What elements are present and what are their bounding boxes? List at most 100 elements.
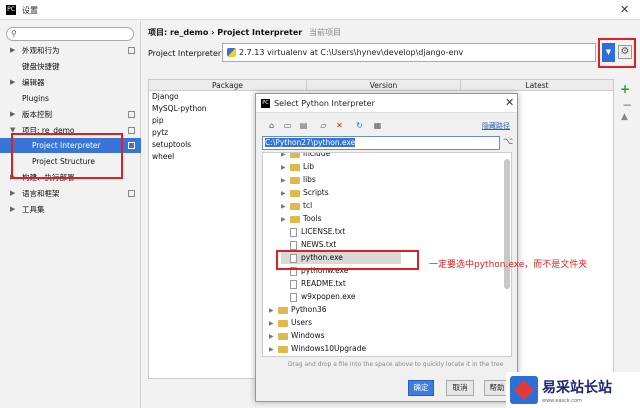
title-bar: PC 设置 ✕	[0, 0, 640, 20]
folder-icon	[278, 306, 288, 314]
tree-item[interactable]: ▶ libs	[281, 173, 401, 186]
show-hidden-icon[interactable]: ▦	[372, 120, 383, 131]
breadcrumb-path: 项目: re_demo › Project Interpreter	[148, 28, 303, 37]
folder-icon	[278, 332, 288, 340]
tree-item-label: Users	[291, 318, 313, 327]
tree-item[interactable]: ▶ Windows	[269, 329, 469, 342]
sidebar-item-label: 键盘快捷键	[22, 62, 60, 71]
tree-item-label: Scripts	[303, 188, 329, 197]
app-icon: PC	[261, 99, 270, 108]
tree-item-label: include	[303, 152, 331, 158]
tree-item[interactable]: README.txt	[281, 277, 401, 290]
tree-item-label: Windows10Upgrade	[291, 344, 367, 353]
sidebar-item[interactable]: ▶ 外观和行为	[0, 43, 141, 58]
tree-item[interactable]: ▶ Users	[269, 316, 469, 329]
sidebar-item-label: Plugins	[22, 94, 49, 103]
project-icon[interactable]: ▤	[298, 120, 309, 131]
tree-item-label: w9xpopen.exe	[301, 292, 356, 301]
tree-item[interactable]: ▶ Windows10Upgrade	[269, 342, 469, 355]
table-header: Package Version Latest	[149, 80, 613, 91]
expand-arrow-icon[interactable]: ▶	[10, 186, 15, 201]
new-folder-icon[interactable]: ▱	[318, 120, 329, 131]
tree-item-label: Python36	[291, 305, 327, 314]
expand-arrow-icon[interactable]: ▶	[10, 43, 15, 58]
watermark-logo-icon	[510, 376, 538, 404]
file-icon	[290, 227, 297, 237]
tree-item[interactable]: LICENSE.txt	[281, 225, 401, 238]
copy-settings-icon	[128, 142, 135, 149]
interpreter-select[interactable]: 2.7.13 virtualenv at C:\Users\hynev\deve…	[222, 43, 596, 62]
app-icon: PC	[6, 5, 16, 15]
path-input[interactable]: C:\Python27\python.exe	[262, 136, 500, 150]
folder-icon	[290, 202, 300, 210]
hide-path-link[interactable]: 隐藏路径	[482, 121, 510, 131]
table-row[interactable]: Django	[152, 91, 179, 103]
folder-icon	[278, 345, 288, 353]
remove-package-icon[interactable]: −	[622, 98, 632, 112]
sidebar-item[interactable]: ▶ 语言和框架	[0, 186, 141, 201]
table-row[interactable]: setuptools	[152, 139, 191, 151]
expand-arrow-icon[interactable]: ▶	[10, 75, 15, 90]
tree-item-label: LICENSE.txt	[301, 227, 346, 236]
gear-icon[interactable]: ⚙	[618, 45, 632, 59]
column-header-package[interactable]: Package	[149, 80, 307, 91]
tree-item[interactable]: ▶ Python36	[269, 303, 469, 316]
home-icon[interactable]: ⌂	[266, 120, 277, 131]
table-row[interactable]: pip	[152, 115, 164, 127]
expand-arrow-icon[interactable]: ▶	[269, 343, 278, 356]
search-input[interactable]: ⚲	[6, 27, 134, 41]
path-history-icon[interactable]: ⌥	[503, 137, 513, 147]
watermark-url: www.easck.com	[542, 398, 583, 404]
expand-arrow-icon[interactable]: ▶	[10, 107, 15, 122]
tree-item[interactable]: ▶ tcl	[281, 199, 401, 212]
add-package-icon[interactable]: +	[620, 82, 630, 96]
sidebar-item[interactable]: 键盘快捷键	[0, 59, 141, 74]
window-title: 设置	[22, 6, 38, 15]
folder-icon	[290, 153, 300, 158]
tree-item-label: libs	[303, 175, 316, 184]
sidebar-item[interactable]: Plugins	[0, 91, 141, 106]
copy-settings-icon	[128, 127, 135, 134]
sidebar-item-label: 语言和框架	[22, 189, 60, 198]
column-header-version[interactable]: Version	[307, 80, 461, 91]
tree-item[interactable]: ▶ Tools	[281, 212, 401, 225]
close-icon[interactable]: ✕	[505, 96, 514, 109]
tree-item[interactable]: ▶ Lib	[281, 160, 401, 173]
tree-item-label: Lib	[303, 162, 315, 171]
interpreter-value: 2.7.13 virtualenv at C:\Users\hynev\deve…	[239, 48, 464, 57]
close-icon[interactable]: ✕	[620, 3, 629, 16]
cancel-button[interactable]: 取消	[446, 380, 474, 396]
tree-item-label: NEWS.txt	[301, 240, 337, 249]
upgrade-package-icon[interactable]: ▲	[621, 112, 628, 122]
column-header-latest[interactable]: Latest	[461, 80, 613, 91]
breadcrumb: 项目: re_demo › Project Interpreter 当前项目	[148, 27, 341, 38]
tree-item[interactable]: ▶ Scripts	[281, 186, 401, 199]
path-value: C:\Python27\python.exe	[265, 138, 356, 147]
delete-icon[interactable]: ✕	[334, 120, 345, 131]
folder-icon	[290, 163, 300, 171]
project-interpreter-highlight-box	[11, 133, 123, 179]
breadcrumb-subtitle: 当前项目	[309, 28, 341, 37]
settings-sidebar: ⚲ ▶ 外观和行为 键盘快捷键 ▶ 编辑器 Plugins ▶ 版本控制 ▼ 项目: re_dem…	[0, 21, 141, 408]
select-interpreter-dialog: PC Select Python Interpreter ✕ ⌂ ▭ ▤ ▱ ✕…	[255, 93, 518, 402]
watermark: 易采站长站 www.easck.com	[506, 372, 640, 408]
table-row[interactable]: pytz	[152, 127, 168, 139]
tree-item-label: tcl	[303, 201, 313, 210]
desktop-icon[interactable]: ▭	[282, 120, 293, 131]
sidebar-item[interactable]: ▶ 编辑器	[0, 75, 141, 90]
ok-button[interactable]: 确定	[408, 380, 434, 396]
file-icon	[290, 279, 297, 289]
sidebar-item[interactable]: ▶ 工具集	[0, 202, 141, 217]
expand-arrow-icon[interactable]: ▶	[10, 202, 15, 217]
table-row[interactable]: MySQL-python	[152, 103, 207, 115]
python-icon	[227, 48, 236, 57]
tree-item[interactable]: w9xpopen.exe	[281, 290, 401, 303]
sidebar-item[interactable]: ▶ 版本控制	[0, 107, 141, 122]
interpreter-label: Project Interpreter:	[148, 49, 224, 58]
tree-item[interactable]: ▶ include	[281, 152, 401, 160]
sidebar-item-label: 外观和行为	[22, 46, 60, 55]
search-icon: ⚲	[11, 29, 17, 38]
table-row[interactable]: wheel	[152, 151, 174, 163]
sidebar-item-label: 工具集	[22, 205, 45, 214]
refresh-icon[interactable]: ↻	[354, 120, 365, 131]
